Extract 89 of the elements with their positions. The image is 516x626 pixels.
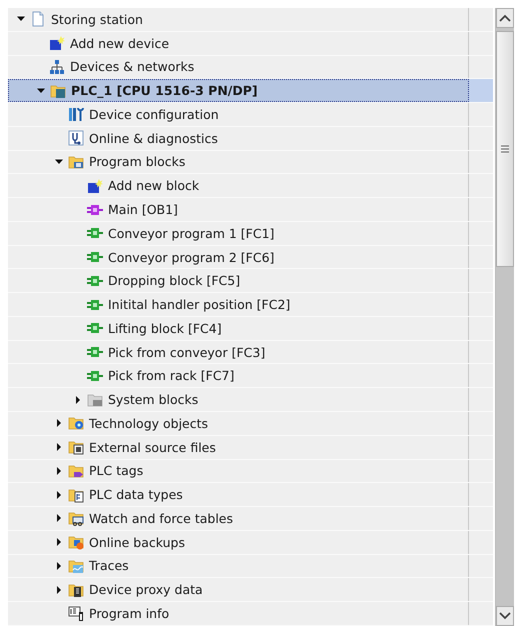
folder-icon	[68, 415, 84, 432]
row-background[interactable]: Program info	[8, 602, 469, 625]
scroll-up-button[interactable]	[496, 8, 514, 28]
tree-item-label[interactable]: Online backups	[89, 534, 185, 550]
info-icon	[68, 606, 84, 622]
row-background[interactable]: Storing station	[8, 8, 469, 31]
row-background[interactable]: Conveyor program 1 [FC1]	[8, 222, 469, 245]
caret-right-icon[interactable]	[55, 562, 63, 570]
row-background[interactable]: Main [OB1]	[8, 198, 469, 221]
row-background[interactable]: Technology objects	[8, 412, 469, 435]
scroll-thumb[interactable]	[496, 31, 514, 267]
chevron-down-icon	[499, 612, 511, 620]
caret-right-icon[interactable]	[55, 490, 63, 499]
tree-item-label[interactable]: External source files	[89, 440, 216, 455]
row-background[interactable]: External source files	[8, 436, 469, 459]
caret-right-icon[interactable]	[55, 466, 63, 475]
tree-item-label[interactable]: Pick from rack [FC7]	[108, 368, 234, 384]
tree-item-label[interactable]: Online & diagnostics	[89, 130, 218, 146]
tree-item-label[interactable]: PLC_1 [CPU 1516-3 PN/DP]	[71, 83, 258, 98]
row-background[interactable]: Devices & networks	[8, 56, 469, 78]
scrollbar[interactable]	[495, 8, 514, 626]
scroll-down-button[interactable]	[496, 606, 514, 626]
row-background[interactable]: Online backups	[8, 530, 469, 554]
row-background[interactable]: Add new block	[8, 174, 469, 198]
caret-down-icon[interactable]	[37, 86, 45, 95]
row-background[interactable]: Device configuration	[8, 103, 469, 126]
caret-right-icon[interactable]	[55, 586, 63, 594]
tree-item-label[interactable]: Add new device	[70, 36, 170, 51]
tree-item-label[interactable]: Main [OB1]	[108, 202, 178, 217]
caret-right-icon[interactable]	[55, 514, 63, 522]
row-background[interactable]: Watch and force tables	[8, 507, 469, 530]
tree-item-label[interactable]: Devices & networks	[70, 59, 194, 74]
tree-item-label[interactable]: Initital handler position [FC2]	[108, 297, 290, 312]
tree-item-label[interactable]: PLC tags	[89, 463, 144, 478]
caret-right-icon[interactable]	[74, 396, 82, 404]
folder-icon	[68, 534, 84, 550]
tree-item-label[interactable]: Program blocks	[89, 154, 186, 170]
network-icon	[49, 58, 65, 75]
row-background[interactable]: Dropping block [FC5]	[8, 269, 469, 292]
row-background[interactable]: Traces	[8, 554, 469, 578]
tree-item-label[interactable]: Storing station	[51, 12, 143, 27]
caret-right-icon[interactable]	[55, 443, 63, 452]
add-device-icon	[49, 35, 65, 52]
row-background[interactable]: PLC data types	[8, 483, 469, 506]
tree-item-label[interactable]: Dropping block [FC5]	[108, 273, 240, 288]
folder-icon	[68, 510, 84, 526]
chevron-up-icon	[499, 14, 511, 22]
add-block-icon	[87, 178, 103, 194]
tree-item-label[interactable]: Traces	[89, 558, 129, 574]
row-background[interactable]: System blocks	[8, 388, 469, 412]
folder-icon	[50, 82, 66, 99]
stethoscope-icon	[68, 130, 84, 146]
folder-icon	[68, 486, 84, 503]
row-background[interactable]: Online & diagnostics	[8, 126, 469, 150]
tree-item-label[interactable]: Device proxy data	[89, 582, 203, 598]
tree-item-label[interactable]: Conveyor program 1 [FC1]	[108, 226, 274, 241]
folder-icon	[68, 462, 84, 479]
folder-icon	[68, 558, 84, 574]
tree-item-label[interactable]: Add new block	[108, 178, 200, 194]
row-background[interactable]: Conveyor program 2 [FC6]	[8, 246, 469, 268]
row-background[interactable]: Add new device	[8, 32, 469, 55]
row-background[interactable]: Pick from rack [FC7]	[8, 364, 469, 388]
tree-item-label[interactable]: Conveyor program 2 [FC6]	[108, 250, 274, 265]
caret-down-icon[interactable]	[17, 15, 25, 24]
row-background[interactable]: PLC tags	[8, 460, 469, 482]
tree-item-label[interactable]: Watch and force tables	[89, 510, 234, 526]
tree-item-label[interactable]: Pick from conveyor [FC3]	[108, 344, 266, 360]
caret-right-icon[interactable]	[55, 419, 63, 428]
document-icon	[30, 11, 46, 28]
row-background[interactable]: Initital handler position [FC2]	[8, 293, 469, 316]
tree-item-label[interactable]: Technology objects	[89, 416, 208, 431]
folder-icon	[68, 154, 84, 170]
tree-item-label[interactable]: PLC data types	[89, 487, 183, 502]
row-background[interactable]: Pick from conveyor [FC3]	[8, 340, 469, 364]
folder-icon	[68, 582, 84, 598]
caret-right-icon[interactable]	[55, 538, 63, 546]
tree-item-label[interactable]: Device configuration	[89, 106, 219, 122]
row-background[interactable]: Lifting block [FC4]	[8, 316, 469, 340]
row-background[interactable]: Device proxy data	[8, 578, 469, 602]
tree-item-label[interactable]: Lifting block [FC4]	[108, 320, 222, 336]
tree-item-label[interactable]: System blocks	[108, 392, 198, 408]
device-icon	[68, 106, 84, 122]
folder-icon	[68, 439, 84, 456]
row-background[interactable]: Program blocks	[8, 150, 469, 174]
caret-down-icon[interactable]	[55, 158, 63, 166]
tree-item-label[interactable]: Program info	[89, 606, 170, 622]
selected-row-cell	[469, 79, 493, 102]
selected-row[interactable]: PLC_1 [CPU 1516-3 PN/DP]	[8, 79, 469, 102]
folder-icon	[87, 392, 103, 408]
